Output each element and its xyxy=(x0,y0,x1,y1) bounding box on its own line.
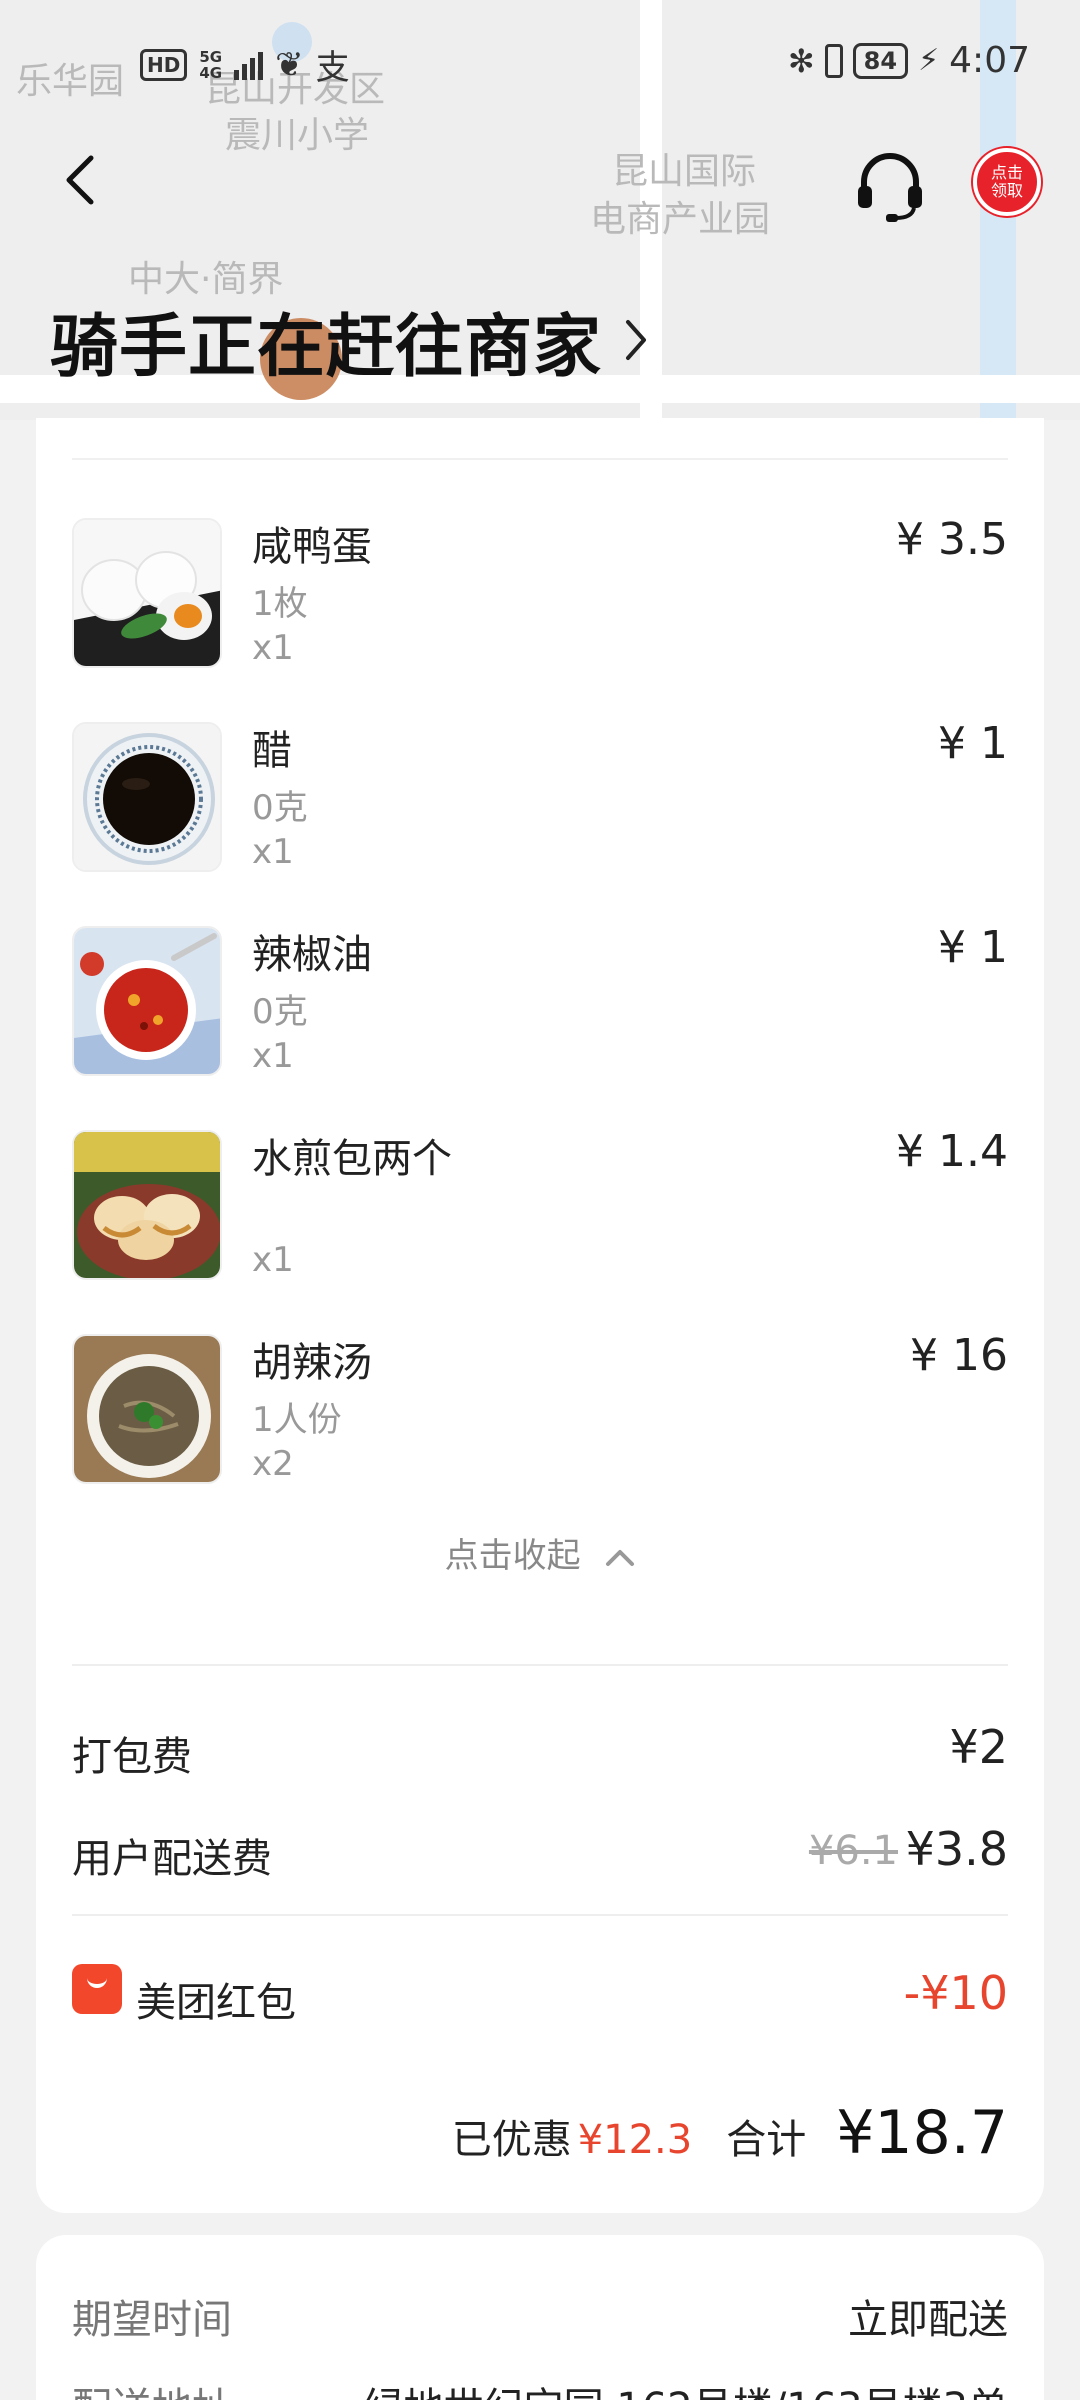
item-price: ¥ 1 xyxy=(938,922,1008,973)
item-name: 水煎包两个 xyxy=(252,1136,452,1182)
order-item: 水煎包两个 x1 ¥ 1.4 xyxy=(72,1126,1008,1290)
packing-fee-row: 打包费 ¥2 xyxy=(72,1720,1008,1784)
discount-label: 已优惠 xyxy=(451,2117,572,2163)
item-image xyxy=(72,722,222,872)
order-item: 咸鸭蛋 1枚 x1 ¥ 3.5 xyxy=(72,514,1008,678)
total-label: 合计 xyxy=(726,2117,807,2163)
item-image xyxy=(72,1334,222,1484)
order-item: 胡辣汤 1人份 x2 ¥ 16 xyxy=(72,1330,1008,1494)
status-right: ✻ 84 ⚡ 4:07 xyxy=(788,40,1030,81)
hd-badge: HD xyxy=(140,48,188,81)
red-packet-row[interactable]: 美团红包 -¥10 xyxy=(72,1964,1008,2030)
item-quantity: x1 xyxy=(252,1240,294,1280)
item-spec: 1人份 xyxy=(252,1400,342,1440)
vibrate-icon xyxy=(824,43,843,78)
coupon-label-1: 点击 xyxy=(990,163,1023,182)
chevron-right-icon xyxy=(626,320,647,360)
item-price: ¥ 1.4 xyxy=(896,1126,1008,1177)
item-name: 辣椒油 xyxy=(252,932,372,978)
customer-service-button[interactable] xyxy=(852,148,928,224)
chevron-up-icon xyxy=(606,1549,635,1566)
network-bottom: 4G xyxy=(199,63,223,82)
item-spec: 0克 xyxy=(252,992,308,1032)
address-value: 绿地世纪宝园 162号楼/163号楼3单 xyxy=(364,2375,1008,2400)
delivery-fee-label: 用户配送费 xyxy=(72,1836,272,1882)
expected-time-label: 期望时间 xyxy=(72,2297,232,2343)
signal-icon xyxy=(234,50,264,80)
divider xyxy=(72,1664,1008,1666)
discount-value: ¥12.3 xyxy=(577,2117,693,2163)
battery-icon: 84 xyxy=(852,42,909,79)
headset-icon xyxy=(858,153,922,222)
order-status-title: 骑手正在赶往商家 xyxy=(50,307,603,387)
status-left: HD 5G 4G ❦ 支 xyxy=(140,40,350,89)
order-item: 醋 0克 x1 ¥ 1 xyxy=(72,718,1008,882)
delivery-fee-value: ¥3.8 xyxy=(905,1822,1008,1876)
red-packet-icon xyxy=(72,1964,122,2014)
back-button[interactable] xyxy=(50,145,110,215)
order-status-header[interactable]: 骑手正在赶往商家 xyxy=(50,295,650,387)
item-name: 胡辣汤 xyxy=(252,1340,372,1386)
item-quantity: x1 xyxy=(252,1036,294,1076)
alipay-icon: 支 xyxy=(315,48,350,88)
item-name: 醋 xyxy=(252,728,292,774)
network-type: 5G 4G xyxy=(199,49,222,81)
item-name: 咸鸭蛋 xyxy=(252,524,372,570)
item-quantity: x2 xyxy=(252,1444,294,1484)
item-spec: 0克 xyxy=(252,788,308,828)
item-image xyxy=(72,1130,222,1280)
item-image xyxy=(72,518,222,668)
order-detail-card: 咸鸭蛋 1枚 x1 ¥ 3.5 醋 0克 x1 ¥ 1 辣椒油 0克 x1 ¥ … xyxy=(36,418,1044,2213)
charging-icon: ⚡ xyxy=(918,43,940,78)
delivery-fee-row: 用户配送费 ¥6.1 ¥3.8 xyxy=(72,1822,1008,1886)
bluetooth-icon: ✻ xyxy=(787,41,815,80)
item-price: ¥ 16 xyxy=(910,1330,1008,1381)
packing-fee-value: ¥2 xyxy=(949,1720,1008,1774)
network-top: 5G xyxy=(199,47,223,66)
clock: 4:07 xyxy=(949,40,1030,81)
total-value: ¥18.7 xyxy=(836,2098,1008,2168)
divider xyxy=(72,1914,1008,1916)
expected-time-value: 立即配送 xyxy=(848,2297,1008,2343)
item-spec: 1枚 xyxy=(252,584,308,624)
item-quantity: x1 xyxy=(252,628,294,668)
packing-fee-label: 打包费 xyxy=(72,1734,192,1780)
collapse-items-button[interactable]: 点击收起 xyxy=(36,1528,1044,1577)
delivery-fee-original: ¥6.1 xyxy=(808,1828,898,1874)
coupon-label-2: 领取 xyxy=(990,181,1023,200)
item-quantity: x1 xyxy=(252,832,294,872)
item-price: ¥ 1 xyxy=(938,718,1008,769)
map-label: 电商产业园 xyxy=(590,199,771,240)
map-label: 昆山国际 xyxy=(612,151,757,192)
order-item: 辣椒油 0克 x1 ¥ 1 xyxy=(72,922,1008,1086)
coupon-claim-button[interactable]: 点击 领取 xyxy=(973,148,1041,216)
chevron-left-icon xyxy=(66,155,94,205)
address-label: 配送地址 xyxy=(72,2375,232,2400)
app-notification-icon: ❦ xyxy=(275,44,304,85)
collapse-label: 点击收起 xyxy=(444,1536,581,1576)
item-price: ¥ 3.5 xyxy=(896,514,1008,565)
divider xyxy=(72,458,1008,460)
red-packet-value: -¥10 xyxy=(903,1966,1008,2020)
item-image xyxy=(72,926,222,1076)
red-packet-label: 美团红包 xyxy=(136,1980,296,2026)
order-summary: 已优惠 ¥12.3 合计 ¥18.7 xyxy=(452,2098,1008,2168)
delivery-info-card: 期望时间 立即配送 配送地址 绿地世纪宝园 162号楼/163号楼3单 xyxy=(36,2235,1044,2400)
status-bar: HD 5G 4G ❦ 支 ✻ 84 ⚡ 4:07 xyxy=(0,0,1080,130)
